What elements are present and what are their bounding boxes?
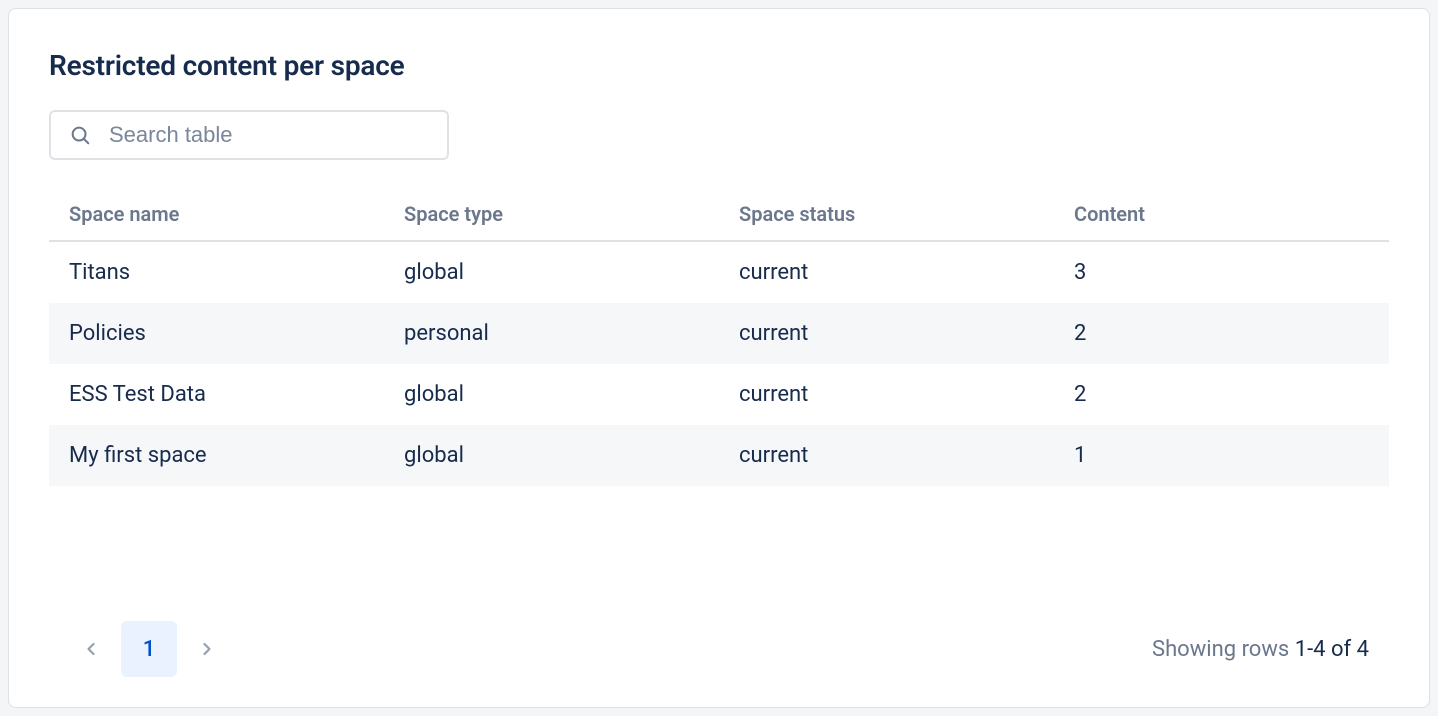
- cell-space-type: global: [384, 425, 719, 486]
- cell-content: 2: [1054, 303, 1389, 364]
- cell-space-status: current: [719, 425, 1054, 486]
- pagination: 1: [69, 621, 229, 677]
- cell-space-type: personal: [384, 303, 719, 364]
- cell-space-type: global: [384, 241, 719, 303]
- cell-space-name: Titans: [49, 241, 384, 303]
- pagination-prev-button[interactable]: [69, 627, 113, 671]
- cell-content: 3: [1054, 241, 1389, 303]
- table-footer: 1 Showing rows 1-4 of 4: [49, 621, 1389, 677]
- cell-space-name: Policies: [49, 303, 384, 364]
- cell-content: 1: [1054, 425, 1389, 486]
- cell-space-status: current: [719, 364, 1054, 425]
- cell-space-status: current: [719, 303, 1054, 364]
- row-total: 4: [1357, 637, 1369, 662]
- search-input[interactable]: [109, 122, 429, 148]
- cell-space-type: global: [384, 364, 719, 425]
- row-count-info: Showing rows 1-4 of 4: [1152, 637, 1369, 662]
- table-row: My first space global current 1: [49, 425, 1389, 486]
- search-icon: [69, 124, 91, 146]
- row-range: 1-4: [1295, 637, 1326, 662]
- pagination-next-button[interactable]: [185, 627, 229, 671]
- cell-space-status: current: [719, 241, 1054, 303]
- chevron-left-icon: [81, 639, 101, 659]
- of-label: of: [1326, 637, 1357, 662]
- showing-label: Showing rows: [1152, 637, 1295, 662]
- column-header-space-name[interactable]: Space name: [49, 192, 384, 241]
- table-row: Titans global current 3: [49, 241, 1389, 303]
- spaces-table: Space name Space type Space status Conte…: [49, 192, 1389, 486]
- cell-space-name: My first space: [49, 425, 384, 486]
- pagination-page-1[interactable]: 1: [121, 621, 177, 677]
- page-title: Restricted content per space: [49, 49, 1389, 82]
- chevron-right-icon: [197, 639, 217, 659]
- cell-space-name: ESS Test Data: [49, 364, 384, 425]
- content-card: Restricted content per space Space name …: [8, 8, 1430, 708]
- column-header-space-status[interactable]: Space status: [719, 192, 1054, 241]
- cell-content: 2: [1054, 364, 1389, 425]
- column-header-space-type[interactable]: Space type: [384, 192, 719, 241]
- column-header-content[interactable]: Content: [1054, 192, 1389, 241]
- table-header-row: Space name Space type Space status Conte…: [49, 192, 1389, 241]
- table-row: ESS Test Data global current 2: [49, 364, 1389, 425]
- table-row: Policies personal current 2: [49, 303, 1389, 364]
- search-field-wrapper[interactable]: [49, 110, 449, 160]
